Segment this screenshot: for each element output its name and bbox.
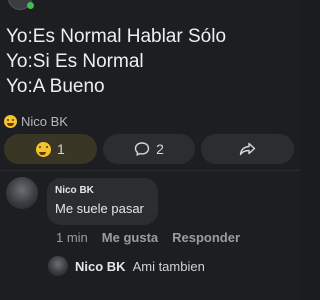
post-line: Yo:Si Es Normal xyxy=(6,51,144,72)
like-link[interactable]: Me gusta xyxy=(102,230,158,245)
laughing-emoji-icon xyxy=(35,141,51,157)
comment-author[interactable]: Nico BK xyxy=(55,185,94,196)
comment-text: Me suele pasar xyxy=(55,201,144,216)
reply-item[interactable]: Nico BK Ami tambien xyxy=(48,256,205,276)
comment-bubble: Nico BK Me suele pasar xyxy=(47,178,158,225)
laughing-emoji-icon xyxy=(4,115,17,128)
comment-bubble-icon xyxy=(134,141,150,157)
reply-text: Ami tambien xyxy=(132,258,205,274)
share-button[interactable] xyxy=(201,134,295,164)
reply-avatar[interactable] xyxy=(48,256,68,276)
comment-button[interactable]: 2 xyxy=(102,134,196,164)
commenter-avatar[interactable] xyxy=(6,177,38,209)
post-line: Yo:Es Normal Hablar Sólo xyxy=(6,26,227,47)
reply-author[interactable]: Nico BK xyxy=(75,259,126,274)
comment-meta: 1 min Me gusta Responder xyxy=(56,230,240,245)
post-actions: 1 2 xyxy=(4,134,295,164)
post-page: Yo:Es Normal Hablar Sólo Yo:Si Es Normal… xyxy=(0,0,300,300)
reaction-summary[interactable]: Nico BK xyxy=(4,114,68,129)
post-line: Yo:A Bueno xyxy=(6,76,105,97)
share-arrow-icon xyxy=(239,141,256,157)
react-count: 1 xyxy=(56,141,65,157)
comment-time: 1 min xyxy=(56,230,88,245)
poster-avatar[interactable] xyxy=(8,0,34,10)
reply-link[interactable]: Responder xyxy=(172,230,240,245)
divider xyxy=(0,170,300,171)
post-body: Yo:Es Normal Hablar Sólo Yo:Si Es Normal… xyxy=(6,24,296,99)
react-button[interactable]: 1 xyxy=(4,134,97,164)
reaction-summary-name: Nico BK xyxy=(21,114,68,129)
comment-count: 2 xyxy=(156,141,164,157)
